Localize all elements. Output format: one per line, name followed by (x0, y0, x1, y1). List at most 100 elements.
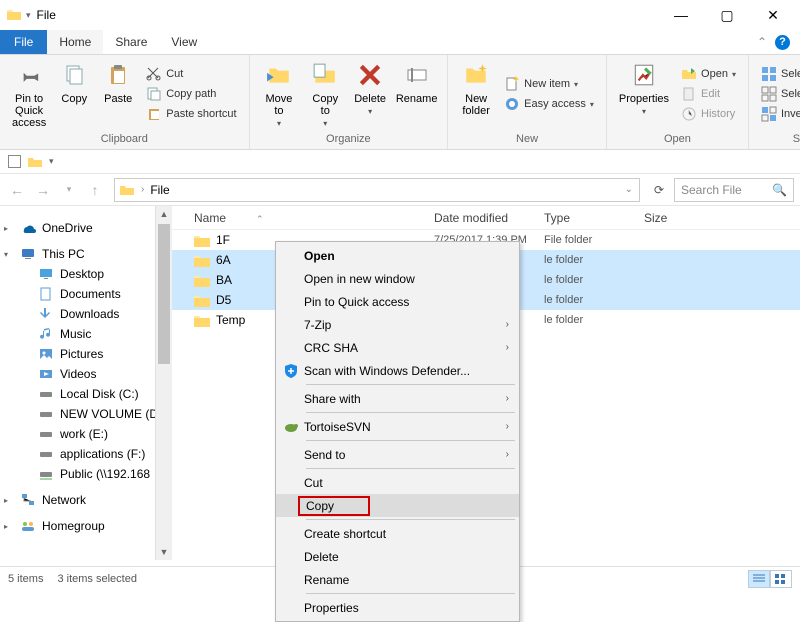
ctx-7zip[interactable]: 7-Zip› (276, 313, 519, 336)
search-input[interactable]: Search File 🔍 (674, 178, 794, 202)
sidebar-item-downloads[interactable]: Downloads (0, 304, 155, 324)
close-button[interactable]: ✕ (750, 1, 796, 29)
new-folder-button[interactable]: New folder (454, 57, 498, 131)
homegroup-icon (20, 518, 36, 534)
down-caret-icon[interactable]: ▾ (26, 10, 31, 21)
easy-access-icon (504, 96, 520, 112)
cut-button[interactable]: Cut (144, 65, 238, 83)
details-view-button[interactable] (748, 570, 770, 588)
ctx-properties[interactable]: Properties (276, 596, 519, 619)
sidebar-item-applications-f[interactable]: applications (F:) (0, 444, 155, 464)
sidebar-item-desktop[interactable]: Desktop (0, 264, 155, 284)
chevron-right-icon: › (506, 319, 509, 330)
easy-access-button[interactable]: Easy access ▾ (502, 95, 596, 113)
move-to-icon (263, 59, 295, 91)
scroll-up-icon[interactable]: ▲ (156, 206, 172, 222)
select-all-checkbox[interactable] (8, 155, 21, 168)
folder-icon (27, 154, 43, 170)
collapse-ribbon-icon[interactable]: ⌃ (757, 35, 767, 49)
tab-home[interactable]: Home (47, 30, 103, 54)
sidebar-item-pictures[interactable]: Pictures (0, 344, 155, 364)
scroll-thumb[interactable] (158, 224, 170, 364)
sidebar-item-new-volume-d[interactable]: NEW VOLUME (D:) (0, 404, 155, 424)
ctx-tortoisesvn[interactable]: TortoiseSVN› (276, 415, 519, 438)
chevron-right-icon[interactable]: › (139, 184, 146, 195)
ctx-cut[interactable]: Cut (276, 471, 519, 494)
ctx-rename[interactable]: Rename (276, 568, 519, 591)
copy-to-button[interactable]: Copy to▾ (302, 57, 348, 131)
sidebar-item-thispc[interactable]: ▾This PC (0, 244, 155, 264)
ribbon-group-organize: Move to▾ Copy to▾ Delete▾ Rename Organiz… (250, 55, 449, 149)
select-none-icon (761, 86, 777, 102)
minimize-button[interactable]: ― (658, 1, 704, 29)
select-all-button[interactable]: Select all (759, 65, 800, 83)
tab-file[interactable]: File (0, 30, 47, 54)
disk-icon (38, 426, 54, 442)
new-item-icon (504, 76, 520, 92)
ctx-defender[interactable]: Scan with Windows Defender... (276, 359, 519, 382)
sidebar-scrollbar[interactable]: ▲ ▼ (155, 206, 172, 560)
scroll-down-icon[interactable]: ▼ (156, 544, 172, 560)
ctx-share-with[interactable]: Share with› (276, 387, 519, 410)
documents-icon (38, 286, 54, 302)
folder-icon (119, 182, 135, 198)
help-icon[interactable]: ? (775, 35, 790, 50)
column-type[interactable]: Type (544, 211, 644, 225)
up-button[interactable]: ↑ (84, 179, 106, 201)
icons-view-button[interactable] (770, 570, 792, 588)
ctx-open[interactable]: Open (276, 244, 519, 267)
new-item-button[interactable]: New item ▾ (502, 75, 596, 93)
invert-selection-button[interactable]: Invert selection (759, 105, 800, 123)
copy-button[interactable]: Copy (52, 57, 96, 131)
edit-button: Edit (679, 85, 738, 103)
title-bar: ▾ File ― ▢ ✕ (0, 0, 800, 30)
column-name[interactable]: Name⌃ (194, 211, 434, 225)
address-dropdown-icon[interactable]: ⌄ (623, 184, 635, 195)
ctx-crc-sha[interactable]: CRC SHA› (276, 336, 519, 359)
sidebar-item-network[interactable]: ▸Network (0, 490, 155, 510)
paste-shortcut-button[interactable]: Paste shortcut (144, 105, 238, 123)
sidebar-item-videos[interactable]: Videos (0, 364, 155, 384)
delete-icon (354, 59, 386, 91)
sidebar-item-public-share[interactable]: Public (\\192.168 (0, 464, 155, 484)
column-size[interactable]: Size (644, 211, 704, 225)
sidebar-item-onedrive[interactable]: ▸OneDrive (0, 218, 155, 238)
music-icon (38, 326, 54, 342)
rename-button[interactable]: Rename (392, 57, 441, 131)
sidebar-item-documents[interactable]: Documents (0, 284, 155, 304)
back-button[interactable]: ← (6, 179, 28, 201)
paste-button[interactable]: Paste (96, 57, 140, 131)
address-segment[interactable]: File (150, 183, 169, 197)
refresh-button[interactable]: ⟳ (648, 179, 670, 201)
tab-share[interactable]: Share (103, 30, 159, 54)
select-none-button[interactable]: Select none (759, 85, 800, 103)
tab-view[interactable]: View (159, 30, 209, 54)
chevron-right-icon: › (506, 393, 509, 404)
recent-locations-button[interactable]: ▾ (58, 179, 80, 201)
ctx-separator (306, 593, 515, 594)
sidebar-item-music[interactable]: Music (0, 324, 155, 344)
sidebar-item-homegroup[interactable]: ▸Homegroup (0, 516, 155, 536)
copy-path-button[interactable]: Copy path (144, 85, 238, 103)
sidebar-item-local-disk-c[interactable]: Local Disk (C:) (0, 384, 155, 404)
properties-button[interactable]: Properties▾ (613, 57, 675, 131)
sidebar-item-work-e[interactable]: work (E:) (0, 424, 155, 444)
ctx-send-to[interactable]: Send to› (276, 443, 519, 466)
ctx-create-shortcut[interactable]: Create shortcut (276, 522, 519, 545)
pin-quick-access-button[interactable]: Pin to Quick access (6, 57, 52, 131)
copy-icon (58, 59, 90, 91)
chevron-right-icon: › (506, 449, 509, 460)
address-bar[interactable]: › File ⌄ (114, 178, 640, 202)
delete-button[interactable]: Delete▾ (348, 57, 392, 131)
forward-button[interactable]: → (32, 179, 54, 201)
ctx-delete[interactable]: Delete (276, 545, 519, 568)
open-item-button[interactable]: Open ▾ (679, 65, 738, 83)
column-date[interactable]: Date modified (434, 211, 544, 225)
move-to-button[interactable]: Move to▾ (256, 57, 303, 131)
ctx-copy[interactable]: Copy (276, 494, 519, 517)
down-caret-icon[interactable]: ▾ (49, 156, 54, 167)
file-type: le folder (544, 294, 644, 306)
maximize-button[interactable]: ▢ (704, 1, 750, 29)
ctx-pin-quick-access[interactable]: Pin to Quick access (276, 290, 519, 313)
ctx-open-new-window[interactable]: Open in new window (276, 267, 519, 290)
